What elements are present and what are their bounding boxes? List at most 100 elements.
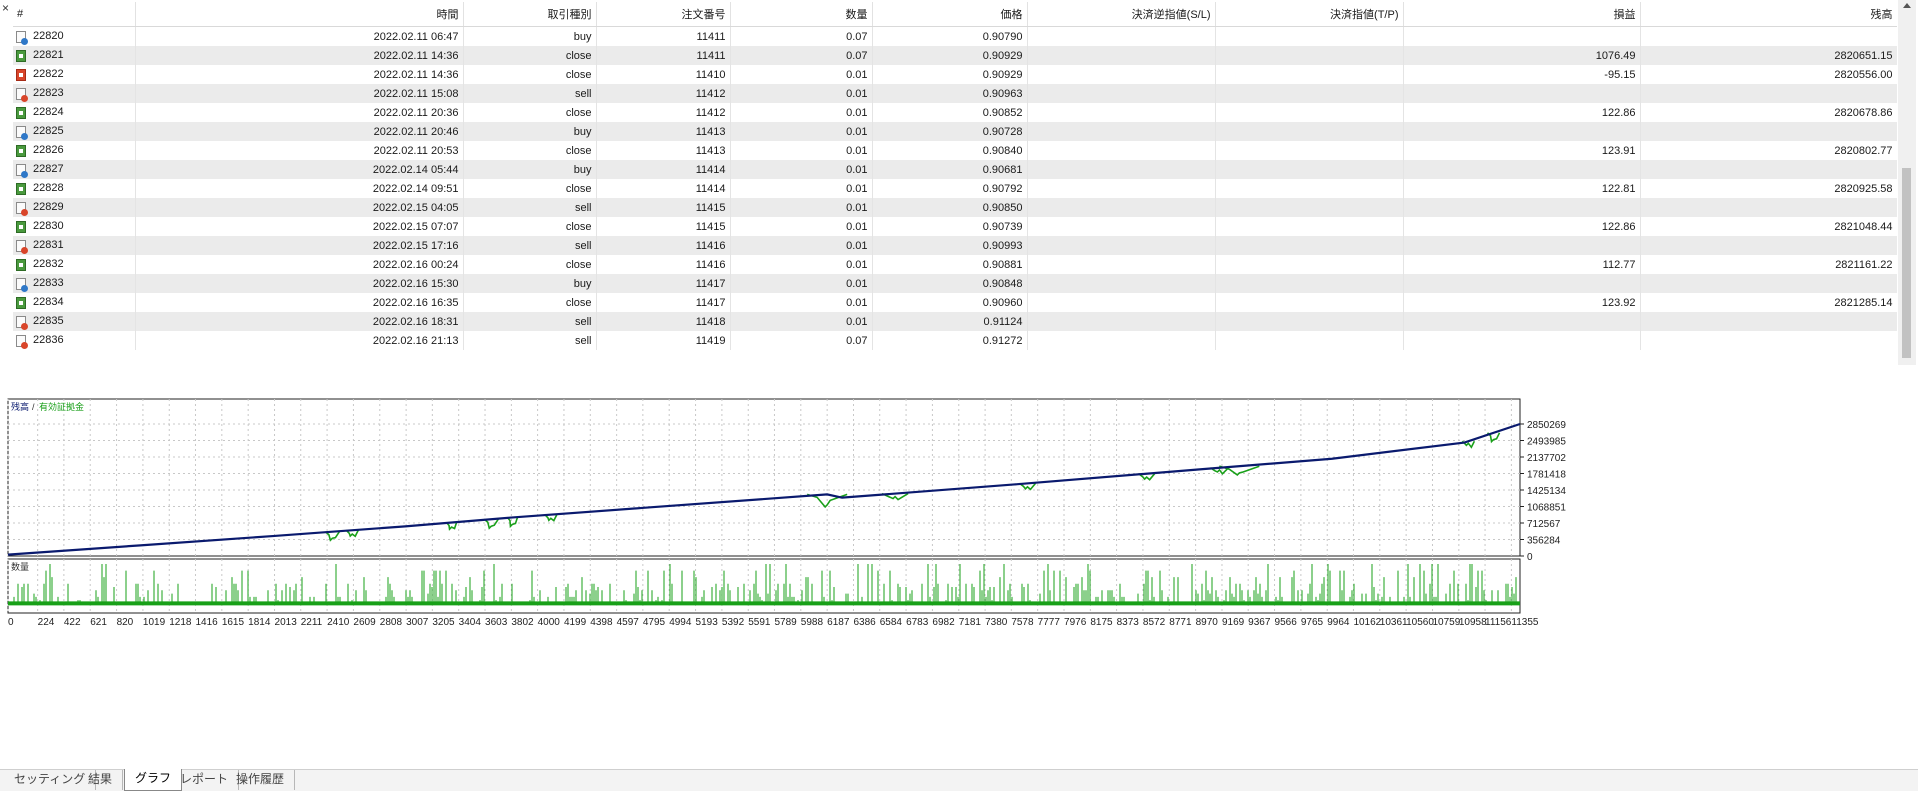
cell-balance [1640,160,1897,179]
table-row[interactable]: 22824 2022.02.11 20:36 close 11412 0.01 0.908… [13,103,1897,122]
cell-profit [1403,312,1641,331]
x-tick-label: 2410 [327,617,350,628]
cell-order: 11415 [596,217,731,236]
close-profit-icon [16,182,26,195]
tab-journal[interactable]: 操作履歴 [226,770,296,790]
cell-order: 11417 [596,274,731,293]
cell-type: close [463,179,597,198]
cell-time: 2022.02.11 06:47 [135,26,464,46]
col-header-time[interactable]: 時間 [135,2,464,27]
y-tick-label: 1425134 [1527,486,1566,497]
cell-time: 2022.02.15 04:05 [135,198,464,217]
cell-number: 22827 [13,160,136,179]
col-header-type[interactable]: 取引種別 [463,2,597,27]
cell-stop-loss [1027,217,1216,236]
cell-profit [1403,84,1641,103]
cell-order: 11414 [596,160,731,179]
cell-number: 22832 [13,255,136,274]
x-tick-label: 7181 [959,617,982,628]
close-profit-icon [16,220,26,233]
order-dot-icon [21,37,28,45]
x-tick-label: 3404 [459,617,482,628]
col-header-volume[interactable]: 数量 [730,2,873,27]
cell-order: 11412 [596,84,731,103]
x-tick-label: 621 [90,617,107,628]
cell-take-profit [1215,46,1404,65]
x-tick-label: 4000 [538,617,561,628]
cell-time: 2022.02.16 16:35 [135,293,464,312]
cell-order: 11415 [596,198,731,217]
cell-order: 11414 [596,179,731,198]
cell-take-profit [1215,122,1404,141]
table-row[interactable]: 22835 2022.02.16 18:31 sell 11418 0.01 0.9112… [13,312,1897,331]
close-icon[interactable]: × [2,2,9,14]
cell-number: 22830 [13,217,136,236]
col-header-balance[interactable]: 残高 [1640,2,1897,27]
cell-balance [1640,312,1897,331]
cell-take-profit [1215,217,1404,236]
cell-stop-loss [1027,122,1216,141]
y-tick-label: 1068851 [1527,503,1566,514]
cell-stop-loss [1027,312,1216,331]
cell-profit [1403,160,1641,179]
table-row[interactable]: 22821 2022.02.11 14:36 close 11411 0.07 0.909… [13,46,1897,65]
cell-number: 22828 [13,179,136,198]
cell-take-profit [1215,160,1404,179]
col-header-take-profit[interactable]: 決済指値(T/P) [1215,2,1404,27]
table-row[interactable]: 22828 2022.02.14 09:51 close 11414 0.01 0.907… [13,179,1897,198]
col-header-profit[interactable]: 損益 [1403,2,1641,27]
table-row[interactable]: 22832 2022.02.16 00:24 close 11416 0.01 0.908… [13,255,1897,274]
cell-price: 0.90960 [872,293,1028,312]
x-tick-label: 10958 [1459,617,1487,628]
col-header-number[interactable]: # [13,2,136,27]
table-row[interactable]: 22836 2022.02.16 21:13 sell 11419 0.07 0.9127… [13,331,1897,350]
cell-balance [1640,122,1897,141]
table-row[interactable]: 22833 2022.02.16 15:30 buy 11417 0.01 0.90848 [13,274,1897,293]
x-tick-label: 6982 [932,617,955,628]
x-tick-label: 1814 [248,617,271,628]
x-tick-label: 11156 [1485,617,1512,628]
cell-number: 22829 [13,198,136,217]
cell-stop-loss [1027,65,1216,84]
col-header-stop-loss[interactable]: 決済逆指値(S/L) [1027,2,1216,27]
table-row[interactable]: 22829 2022.02.15 04:05 sell 11415 0.01 0.9085… [13,198,1897,217]
tab-results[interactable]: 結果 [78,770,124,790]
scroll-up-arrow-icon[interactable] [1903,3,1911,8]
table-row[interactable]: 22834 2022.02.16 16:35 close 11417 0.01 0.909… [13,293,1897,312]
table-row[interactable]: 22831 2022.02.15 17:16 sell 11416 0.01 0.9099… [13,236,1897,255]
table-scrollbar[interactable] [1898,0,1916,365]
table-row[interactable]: 22825 2022.02.11 20:46 buy 11413 0.01 0.90728 [13,122,1897,141]
x-tick-label: 1615 [222,617,245,628]
x-tick-label: 3007 [406,617,429,628]
cell-profit: 122.81 [1403,179,1641,198]
legend-balance: 残高 [11,401,29,412]
row-number: 22833 [33,277,64,290]
x-tick-label: 9169 [1222,617,1245,628]
cell-number: 22835 [13,312,136,331]
cell-order: 11419 [596,331,731,350]
table-row[interactable]: 22823 2022.02.11 15:08 sell 11412 0.01 0.9096… [13,84,1897,103]
x-tick-label: 5193 [696,617,719,628]
scroll-thumb[interactable] [1902,168,1911,358]
col-header-price[interactable]: 価格 [872,2,1028,27]
table-row[interactable]: 22826 2022.02.11 20:53 close 11413 0.01 0.908… [13,141,1897,160]
x-tick-label: 4994 [669,617,692,628]
x-tick-label: 8771 [1169,617,1192,628]
table-row[interactable]: 22830 2022.02.15 07:07 close 11415 0.01 0.907… [13,217,1897,236]
cell-number: 22822 [13,65,136,84]
balance-plot-area [7,398,1521,557]
col-header-order[interactable]: 注文番号 [596,2,731,27]
row-number: 22831 [33,239,64,252]
table-row[interactable]: 22827 2022.02.14 05:44 buy 11414 0.01 0.90681 [13,160,1897,179]
x-tick-label: 4199 [564,617,587,628]
cell-stop-loss [1027,103,1216,122]
table-row[interactable]: 22822 2022.02.11 14:36 close 11410 0.01 0.909… [13,65,1897,84]
close-profit-icon [16,144,26,157]
table-row[interactable]: 22820 2022.02.11 06:47 buy 11411 0.07 0.90790 [13,26,1897,46]
cell-time: 2022.02.16 21:13 [135,331,464,350]
x-tick-label: 7578 [1011,617,1034,628]
cell-order: 11411 [596,46,731,65]
cell-take-profit [1215,293,1404,312]
x-tick-label: 8175 [1090,617,1113,628]
cell-order: 11412 [596,103,731,122]
